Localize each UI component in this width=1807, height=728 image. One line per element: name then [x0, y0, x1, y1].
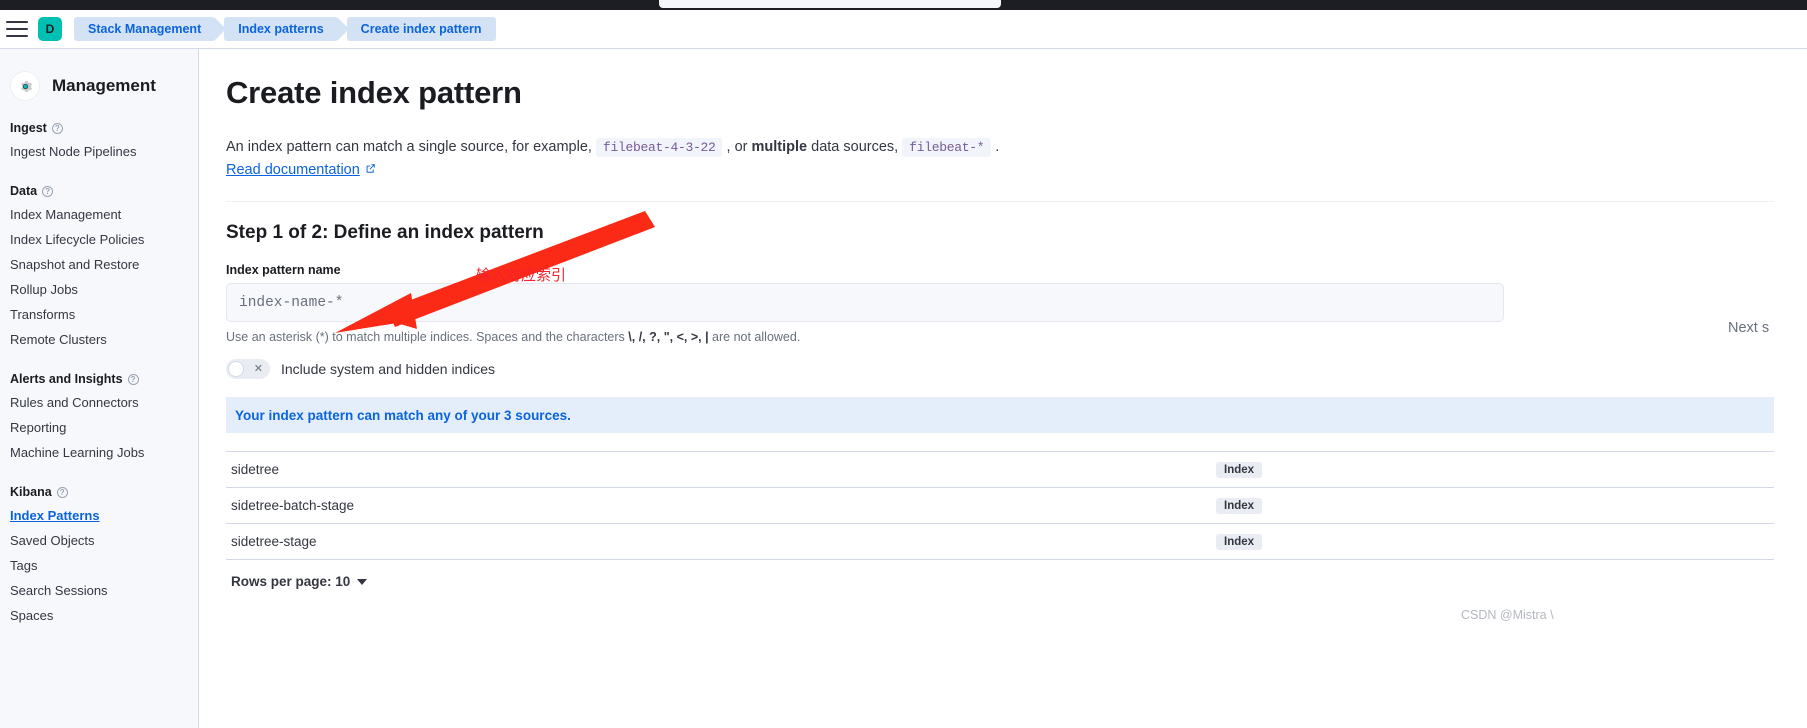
index-pattern-name-input[interactable]: index-name-* [226, 283, 1504, 323]
description-part-4: . [995, 139, 1000, 155]
description-part-3: data sources, [811, 139, 899, 155]
sidebar-header: Management [0, 49, 198, 101]
hamburger-menu-icon[interactable] [6, 21, 28, 37]
description-part-1: An index pattern can match a single sour… [226, 139, 592, 155]
app-header: D Stack Management Index patterns Create… [0, 10, 1807, 49]
breadcrumb: Stack Management Index patterns Create i… [74, 17, 505, 41]
chevron-down-icon [357, 578, 368, 585]
watermark: CSDN @Mistra \ [1461, 608, 1554, 622]
index-pattern-name-placeholder: index-name-* [239, 294, 344, 311]
description-bold-multiple: multiple [751, 139, 808, 155]
sidebar-item-reporting[interactable]: Reporting [0, 415, 198, 440]
sidebar-group-label: Ingest [10, 121, 47, 135]
breadcrumb-item-create-index-pattern[interactable]: Create index pattern [346, 17, 496, 41]
help-text-part-1: Use an asterisk (*) to match multiple in… [226, 330, 625, 345]
help-icon[interactable]: ? [127, 373, 139, 385]
table-row[interactable]: sidetree-batch-stage Index [226, 487, 1774, 523]
section-divider [226, 201, 1774, 203]
include-system-indices-row: ✕ Include system and hidden indices [226, 359, 1807, 380]
main-content: Create index pattern An index pattern ca… [199, 49, 1807, 728]
page-title: Create index pattern [226, 75, 522, 110]
breadcrumb-item-index-patterns[interactable]: Index patterns [224, 17, 350, 41]
os-top-strip [0, 0, 1807, 10]
include-system-indices-label: Include system and hidden indices [281, 361, 496, 378]
sidebar-item-tags[interactable]: Tags [0, 553, 198, 578]
page-description: An index pattern can match a single sour… [226, 137, 1807, 157]
avatar[interactable]: D [38, 17, 62, 41]
sidebar-item-machine-learning-jobs[interactable]: Machine Learning Jobs [0, 440, 198, 465]
code-example-single-source: filebeat-4-3-22 [595, 138, 723, 157]
sidebar-title: Management [52, 76, 156, 95]
step-title: Step 1 of 2: Define an index pattern [226, 222, 544, 244]
match-sources-callout: Your index pattern can match any of your… [226, 397, 1774, 434]
sidebar-group-title-alerts: Alerts and Insights ? [0, 372, 198, 390]
sidebar-item-snapshot-and-restore[interactable]: Snapshot and Restore [0, 252, 198, 277]
sidebar-item-ingest-node-pipelines[interactable]: Ingest Node Pipelines [0, 139, 198, 164]
read-documentation-link[interactable]: Read documentation [226, 162, 376, 178]
index-pattern-name-label: Index pattern name [226, 263, 341, 278]
sidebar-group-ingest: Ingest ? Ingest Node Pipelines [0, 121, 198, 164]
sidebar-item-index-lifecycle-policies[interactable]: Index Lifecycle Policies [0, 227, 198, 252]
sidebar-group-title-kibana: Kibana ? [0, 485, 198, 503]
code-example-multiple-sources: filebeat-* [902, 138, 992, 157]
cross-icon: ✕ [253, 362, 263, 375]
index-pattern-help-text: Use an asterisk (*) to match multiple in… [226, 330, 1807, 344]
sidebar-group-label: Kibana [10, 485, 52, 499]
sidebar-group-kibana: Kibana ? Index Patterns Saved Objects Ta… [0, 485, 198, 628]
match-sources-callout-text: Your index pattern can match any of your… [235, 407, 571, 423]
annotation-text: 输入对应索引 [476, 266, 567, 284]
gear-icon [10, 71, 40, 101]
sidebar-group-title-data: Data ? [0, 184, 198, 202]
sidebar-item-transforms[interactable]: Transforms [0, 302, 198, 327]
external-link-icon [365, 162, 376, 178]
sidebar-item-remote-clusters[interactable]: Remote Clusters [0, 327, 198, 352]
breadcrumb-item-stack-management[interactable]: Stack Management [74, 17, 227, 41]
sidebar-group-title-ingest: Ingest ? [0, 121, 198, 139]
sidebar-group-label: Alerts and Insights [10, 372, 123, 386]
status-badge: Index [1216, 497, 1263, 514]
sidebar-item-spaces[interactable]: Spaces [0, 603, 198, 628]
sidebar-group-data: Data ? Index Management Index Lifecycle … [0, 184, 198, 352]
read-documentation-label: Read documentation [226, 162, 360, 179]
matching-indices-table: sidetree Index sidetree-batch-stage Inde… [226, 451, 1774, 589]
status-badge: Index [1216, 461, 1263, 478]
table-row[interactable]: sidetree Index [226, 451, 1774, 487]
app-root: D Stack Management Index patterns Create… [0, 0, 1807, 728]
toggle-knob [228, 361, 244, 378]
help-text-part-2: are not allowed. [712, 330, 801, 345]
sidebar: Management Ingest ? Ingest Node Pipeline… [0, 49, 199, 728]
help-icon[interactable]: ? [42, 185, 54, 197]
rows-per-page-selector[interactable]: Rows per page: 10 [226, 560, 1774, 589]
description-part-2: , or [726, 139, 748, 155]
sidebar-item-rules-and-connectors[interactable]: Rules and Connectors [0, 390, 198, 415]
help-icon[interactable]: ? [56, 486, 68, 498]
browser-window-edge [659, 0, 1001, 8]
status-badge: Index [1216, 533, 1263, 550]
sidebar-item-index-management[interactable]: Index Management [0, 202, 198, 227]
help-icon[interactable]: ? [51, 122, 63, 134]
sidebar-item-rollup-jobs[interactable]: Rollup Jobs [0, 277, 198, 302]
help-text-disallowed-chars: \, /, ?, ", <, >, | [628, 330, 709, 345]
sidebar-group-alerts-and-insights: Alerts and Insights ? Rules and Connecto… [0, 372, 198, 465]
table-row[interactable]: sidetree-stage Index [226, 523, 1774, 559]
rows-per-page-label: Rows per page: 10 [231, 574, 351, 590]
sidebar-item-search-sessions[interactable]: Search Sessions [0, 578, 198, 603]
index-name: sidetree-stage [231, 534, 317, 550]
index-name: sidetree [231, 462, 280, 478]
index-name: sidetree-batch-stage [231, 498, 355, 514]
next-step-button[interactable]: Next s [1728, 320, 1769, 336]
sidebar-item-index-patterns[interactable]: Index Patterns [0, 503, 198, 528]
sidebar-item-saved-objects[interactable]: Saved Objects [0, 528, 198, 553]
sidebar-group-label: Data [10, 184, 38, 198]
include-system-indices-toggle[interactable]: ✕ [226, 359, 270, 380]
